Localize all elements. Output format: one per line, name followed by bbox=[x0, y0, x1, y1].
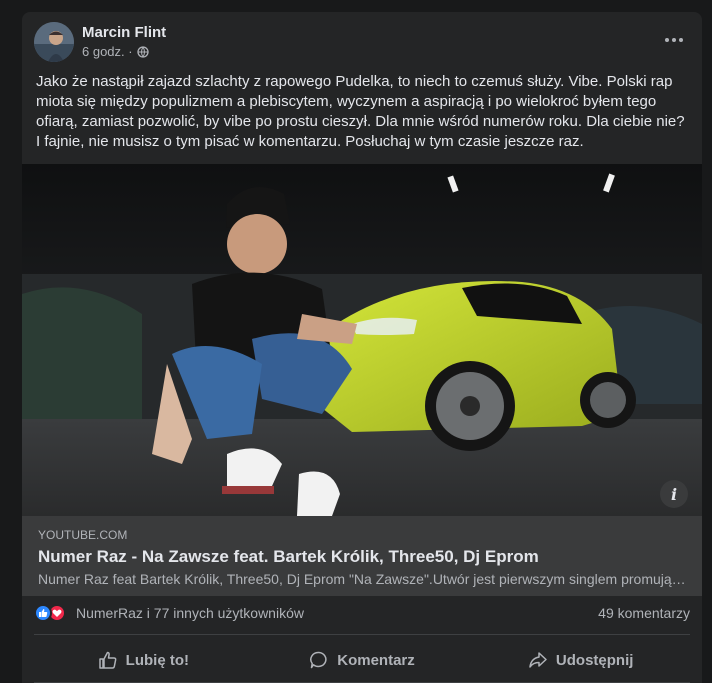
share-icon bbox=[529, 652, 547, 668]
post-header: Marcin Flint 6 godz. · bbox=[22, 12, 702, 68]
thumbs-up-icon bbox=[98, 651, 117, 669]
comment-label: Komentarz bbox=[337, 651, 415, 669]
like-label: Lubię to! bbox=[125, 651, 189, 669]
post-time[interactable]: 6 godz. · bbox=[82, 44, 133, 59]
like-button[interactable]: Lubię to! bbox=[34, 638, 253, 682]
post-actions: Lubię to! Komentarz Udostępnij bbox=[34, 638, 690, 682]
post-meta: 6 godz. · bbox=[82, 44, 149, 59]
comment-icon bbox=[310, 651, 327, 669]
post-card: Marcin Flint 6 godz. · Jako że nastąpił … bbox=[22, 12, 702, 683]
comment-button[interactable]: Komentarz bbox=[253, 638, 472, 682]
link-title[interactable]: Numer Raz - Na Zawsze feat. Bartek Króli… bbox=[38, 547, 539, 567]
reactions-summary[interactable]: NumerRaz i 77 innych użytkowników bbox=[76, 605, 304, 621]
author-avatar[interactable] bbox=[34, 22, 74, 62]
like-icon bbox=[34, 604, 52, 622]
comments-count[interactable]: 49 komentarzy bbox=[598, 605, 690, 621]
share-button[interactable]: Udostępnij bbox=[471, 638, 690, 682]
link-description: Numer Raz feat Bartek Królik, Three50, D… bbox=[38, 571, 688, 587]
more-options-icon[interactable] bbox=[662, 30, 686, 50]
reactions-bar: NumerRaz i 77 innych użytkowników 49 kom… bbox=[34, 602, 690, 624]
background-strip bbox=[0, 0, 12, 683]
post-text: Jako że nastąpił zajazd szlachty z rapow… bbox=[36, 73, 685, 150]
share-label: Udostępnij bbox=[555, 651, 634, 669]
link-preview[interactable]: YOUTUBE.COM Numer Raz - Na Zawsze feat. … bbox=[22, 516, 702, 596]
video-thumbnail bbox=[22, 164, 702, 516]
author-name[interactable]: Marcin Flint bbox=[82, 24, 166, 41]
link-preview-image[interactable]: i bbox=[22, 164, 702, 516]
globe-icon bbox=[136, 45, 149, 58]
link-domain: YOUTUBE.COM bbox=[38, 528, 128, 542]
divider bbox=[34, 634, 690, 635]
info-icon[interactable]: i bbox=[660, 480, 688, 508]
reaction-icons[interactable] bbox=[34, 604, 74, 622]
